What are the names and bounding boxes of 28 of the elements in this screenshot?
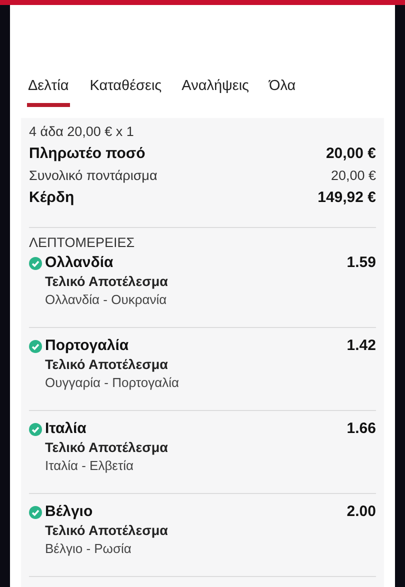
- odds: 1.59: [346, 253, 376, 273]
- tab[interactable]: Καταθέσεις: [90, 67, 162, 107]
- pick-name: Πορτογαλία: [45, 336, 129, 356]
- tab[interactable]: Αναλήψεις: [182, 67, 250, 107]
- pick-name: Ολλανδία: [45, 253, 114, 273]
- event-name: Ουγγαρία - Πορτογαλία: [44, 374, 180, 392]
- summary-value: 20,00 €: [326, 144, 376, 164]
- summary-label: Συνολικό ποντάρισμα: [29, 167, 158, 185]
- summary-label: Πληρωτέο ποσό: [29, 144, 146, 164]
- odds: 1.42: [346, 336, 376, 356]
- odds: 1.66: [346, 419, 376, 439]
- event-name: Ολλανδία - Ουκρανία: [44, 291, 168, 309]
- summary-value: 20,00 €: [330, 167, 376, 185]
- tab[interactable]: Δελτία: [27, 67, 70, 107]
- summary-label: Κέρδη: [29, 188, 74, 208]
- event-name: Ιταλία - Ελβετία: [44, 457, 135, 475]
- event-name: Βέλγιο - Ρωσία: [44, 540, 132, 558]
- market-name: Τελικό Αποτέλεσμα: [44, 273, 169, 291]
- pick-name: Βέλγιο: [45, 502, 93, 522]
- market-name: Τελικό Αποτέλεσμα: [44, 522, 169, 540]
- summary-value: 149,92 €: [318, 188, 376, 208]
- pick-name: Ιταλία: [45, 419, 86, 439]
- market-name: Τελικό Αποτέλεσμα: [44, 356, 169, 374]
- details-heading: ΛΕΠΤΟΜΕΡΕΙΕΣ: [29, 234, 136, 252]
- tab[interactable]: Όλα: [269, 67, 296, 107]
- odds: 2.00: [346, 502, 376, 522]
- market-name: Τελικό Αποτέλεσμα: [44, 439, 169, 457]
- bet-type: 4 άδα 20,00 € x 1: [29, 123, 135, 141]
